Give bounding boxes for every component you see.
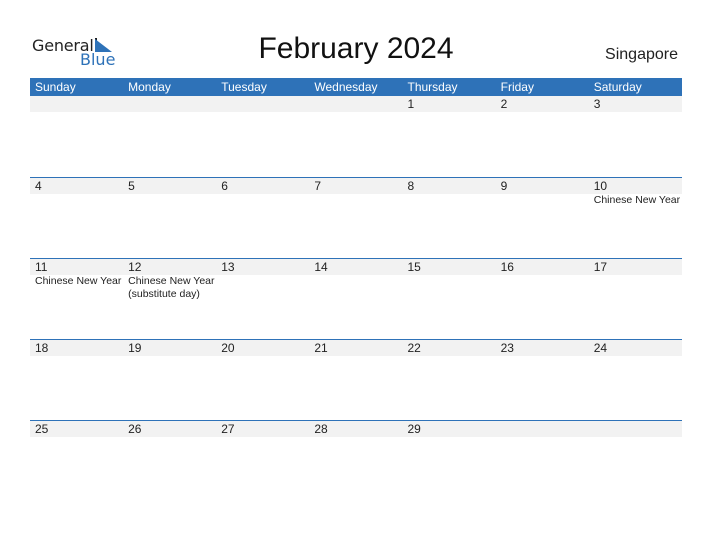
day-cell xyxy=(309,96,402,177)
day-cell: 15 xyxy=(403,259,496,339)
day-cell: 14 xyxy=(309,259,402,339)
day-number: 25 xyxy=(35,422,49,436)
day-number: 1 xyxy=(407,97,415,111)
day-cell: 5 xyxy=(123,178,216,258)
day-number: 12 xyxy=(128,260,142,274)
weekday-monday: Monday xyxy=(128,80,171,94)
day-number: 26 xyxy=(128,422,142,436)
day-number: 29 xyxy=(407,422,421,436)
day-number: 27 xyxy=(221,422,235,436)
day-cell xyxy=(30,96,123,177)
day-cell: 24 xyxy=(589,340,682,420)
day-cell: 1 xyxy=(403,96,496,177)
week-row: 25 26 27 28 29 xyxy=(30,420,682,501)
week-cells: 11 Chinese New Year 12 Chinese New Year (sub… xyxy=(30,259,682,339)
day-number: 14 xyxy=(314,260,328,274)
day-cell: 2 xyxy=(496,96,589,177)
week-row: 4 5 6 7 8 9 10 Chinese New Year xyxy=(30,177,682,258)
day-number xyxy=(314,96,402,112)
day-number: 19 xyxy=(128,341,142,355)
day-number: 10 xyxy=(593,179,608,193)
weekday-header: Sunday Monday Tuesday Wednesday Thursday… xyxy=(30,78,682,96)
day-cell: 6 xyxy=(216,178,309,258)
week-row: 1 2 3 xyxy=(30,96,682,177)
day-cell: 25 xyxy=(30,421,123,501)
day-number: 8 xyxy=(407,179,415,193)
day-number: 7 xyxy=(314,179,322,193)
day-number: 9 xyxy=(500,179,508,193)
day-number: 5 xyxy=(128,179,135,193)
week-cells: 18 19 20 21 22 23 24 xyxy=(30,340,682,420)
day-cell: 8 xyxy=(403,178,496,258)
day-cell: 26 xyxy=(123,421,216,501)
weekday-tuesday: Tuesday xyxy=(221,80,267,94)
day-number: 21 xyxy=(314,341,328,355)
day-number: 16 xyxy=(500,260,514,274)
weekday-wednesday: Wednesday xyxy=(314,80,378,94)
day-cell: 11 Chinese New Year xyxy=(30,259,123,339)
day-cell xyxy=(216,96,309,177)
country-label: Singapore xyxy=(605,46,678,63)
holiday-label: Chinese New Year xyxy=(35,275,122,287)
week-cells: 4 5 6 7 8 9 10 Chinese New Year xyxy=(30,178,682,258)
day-cell: 19 xyxy=(123,340,216,420)
day-cell: 23 xyxy=(496,340,589,420)
week-row: 11 Chinese New Year 12 Chinese New Year (sub… xyxy=(30,258,682,339)
day-number: 2 xyxy=(500,97,508,111)
week-cells: 25 26 27 28 29 xyxy=(30,421,682,501)
day-cell: 20 xyxy=(216,340,309,420)
weekday-sunday: Sunday xyxy=(35,80,76,94)
day-cell: 21 xyxy=(309,340,402,420)
day-cell: 18 xyxy=(30,340,123,420)
day-number: 4 xyxy=(35,179,42,193)
day-cell: 7 xyxy=(309,178,402,258)
day-number: 22 xyxy=(407,341,421,355)
day-cell: 28 xyxy=(309,421,402,501)
weekday-friday: Friday xyxy=(500,80,534,94)
weekday-thursday: Thursday xyxy=(407,80,458,94)
day-number xyxy=(35,96,123,112)
day-cell: 29 xyxy=(403,421,496,501)
holiday-label: Chinese New Year xyxy=(593,194,681,206)
day-number xyxy=(501,421,589,437)
day-number xyxy=(594,421,682,437)
day-number: 15 xyxy=(407,260,421,274)
day-number: 18 xyxy=(35,341,49,355)
day-number: 24 xyxy=(593,341,608,355)
day-cell: 17 xyxy=(589,259,682,339)
day-cell: 22 xyxy=(403,340,496,420)
calendar-grid: Sunday Monday Tuesday Wednesday Thursday… xyxy=(30,78,682,501)
day-number: 13 xyxy=(221,260,235,274)
day-number: 20 xyxy=(221,341,235,355)
day-cell: 10 Chinese New Year xyxy=(589,178,682,258)
day-number xyxy=(128,96,216,112)
holiday-label: Chinese New Year (substitute day) xyxy=(128,275,215,300)
day-cell xyxy=(123,96,216,177)
weekday-saturday: Saturday xyxy=(593,80,642,94)
day-cell: 12 Chinese New Year (substitute day) xyxy=(123,259,216,339)
day-number: 6 xyxy=(221,179,228,193)
day-number: 3 xyxy=(593,97,601,111)
day-cell: 16 xyxy=(496,259,589,339)
day-cell: 13 xyxy=(216,259,309,339)
day-cell: 3 xyxy=(589,96,682,177)
week-row: 18 19 20 21 22 23 24 xyxy=(30,339,682,420)
day-number xyxy=(221,96,309,112)
day-cell: 9 xyxy=(496,178,589,258)
day-number: 28 xyxy=(314,422,328,436)
weeks-container: 1 2 3 4 5 6 7 8 9 10 Chinese New Year 11 Chinese New… xyxy=(30,96,682,501)
day-number: 11 xyxy=(35,260,48,274)
week-cells: 1 2 3 xyxy=(30,96,682,177)
day-cell xyxy=(496,421,589,501)
day-cell xyxy=(589,421,682,501)
day-cell: 4 xyxy=(30,178,123,258)
day-cell: 27 xyxy=(216,421,309,501)
day-number: 17 xyxy=(593,260,608,274)
day-number: 23 xyxy=(500,341,514,355)
